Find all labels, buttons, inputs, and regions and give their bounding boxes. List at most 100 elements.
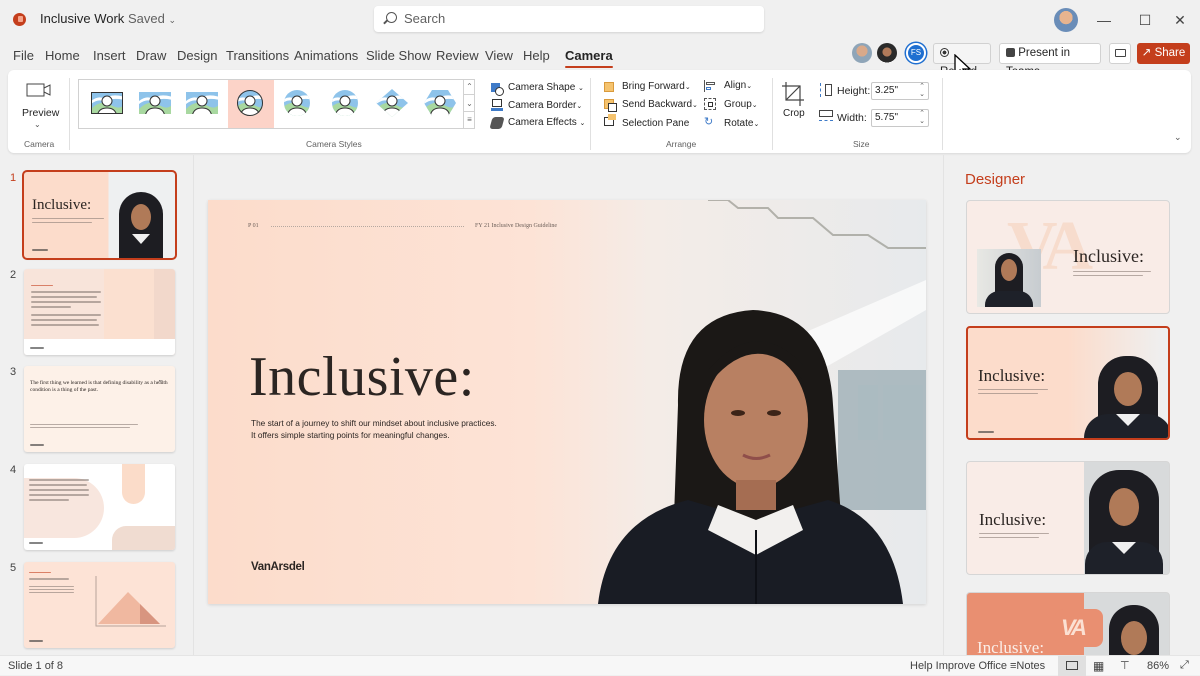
tab-animations[interactable]: Animations	[294, 48, 358, 63]
tab-insert[interactable]: Insert	[93, 48, 126, 63]
designer-option-4[interactable]: VA Inclusive:	[966, 592, 1170, 662]
notes-label: Notes	[1016, 660, 1046, 672]
tab-slide-show[interactable]: Slide Show	[366, 48, 431, 63]
designer-option-2[interactable]: Inclusive:	[966, 326, 1170, 440]
spin-arrows-icon[interactable]: ⌃ ⌄	[919, 110, 925, 126]
quote-mark-icon: ”	[159, 379, 162, 388]
normal-view-icon	[1066, 661, 1078, 670]
rotate-icon: ↻	[704, 116, 714, 128]
camera-cameo-person[interactable]	[578, 295, 908, 604]
thumb-shape	[24, 478, 104, 538]
document-title[interactable]: Inclusive Work	[40, 11, 124, 26]
tab-home[interactable]: Home	[45, 48, 80, 63]
group-label-size: Size	[853, 139, 870, 149]
group-button[interactable]: Group⌄	[724, 99, 758, 110]
camera-style-2[interactable]	[133, 80, 179, 128]
thumb-text-line	[29, 578, 69, 580]
thumb-text-line	[29, 592, 74, 593]
align-label: Align	[724, 80, 747, 91]
camera-style-icon	[331, 90, 358, 116]
share-button[interactable]: ↗ Share	[1137, 43, 1190, 64]
designer-option-1[interactable]: VA Inclusive:	[966, 200, 1170, 314]
notes-button[interactable]: ≡Notes	[1010, 660, 1045, 672]
slide-thumbnail-1[interactable]: Inclusive:	[22, 170, 177, 260]
reading-view-icon[interactable]: ⊤	[1120, 659, 1130, 672]
thumb-shape	[122, 464, 145, 504]
camera-border-button[interactable]: Camera Border⌄	[508, 100, 582, 111]
width-input[interactable]: 5.75" ⌃ ⌄	[871, 109, 929, 127]
fit-to-window-icon[interactable]: ⤢	[1180, 659, 1189, 672]
tab-view[interactable]: View	[485, 48, 513, 63]
camera-preview-icon	[26, 83, 51, 97]
spin-arrows-icon[interactable]: ⌃ ⌄	[919, 83, 925, 99]
zoom-level[interactable]: 86%	[1147, 660, 1169, 672]
slide-thumbnail-2[interactable]	[24, 269, 175, 355]
camera-style-8[interactable]	[418, 80, 464, 128]
bring-forward-button[interactable]: Bring Forward⌄	[622, 81, 691, 92]
slide-thumbnail-4[interactable]	[24, 464, 175, 550]
thumb-text-line	[31, 314, 101, 316]
camera-style-7[interactable]	[370, 80, 416, 128]
maximize-button[interactable]: ☐	[1135, 10, 1155, 30]
tab-help[interactable]: Help	[523, 48, 550, 63]
close-button[interactable]: ✕	[1170, 10, 1190, 30]
designer-option-3[interactable]: Inclusive:	[966, 461, 1170, 575]
slide-thumbnail-5[interactable]	[24, 562, 175, 648]
tab-review[interactable]: Review	[436, 48, 479, 63]
camera-style-6[interactable]	[323, 80, 369, 128]
search-icon	[386, 12, 397, 23]
present-in-teams-button[interactable]: Present in Teams	[999, 43, 1101, 78]
camera-effects-button[interactable]: Camera Effects ⌄	[508, 117, 585, 128]
designer-photo	[1085, 470, 1163, 574]
slide-body[interactable]: The start of a journey to shift our mind…	[251, 417, 497, 441]
tab-camera[interactable]: Camera	[565, 48, 613, 68]
preview-button[interactable]: Preview	[22, 107, 59, 119]
search-input[interactable]: Search	[374, 6, 764, 32]
gallery-up-icon[interactable]: ⌃	[464, 79, 475, 95]
slide-title[interactable]: Inclusive:	[249, 345, 475, 409]
height-input[interactable]: 3.25" ⌃ ⌄	[871, 82, 929, 100]
slide-canvas[interactable]: P 01 FY 21 Inclusive Design Guideline In…	[208, 200, 926, 604]
help-improve-office-link[interactable]: Help Improve Office	[910, 660, 1007, 672]
selection-pane-button[interactable]: Selection Pane	[622, 118, 689, 129]
crop-button[interactable]: Crop	[783, 108, 805, 119]
thumb-text-line	[32, 218, 104, 219]
thumb-quote: The first thing we learned is that defin…	[30, 380, 168, 393]
comments-button[interactable]	[1109, 43, 1131, 64]
collaborator-avatar[interactable]	[877, 43, 897, 63]
tab-file[interactable]: File	[13, 48, 34, 63]
camera-shape-button[interactable]: Camera Shape ⌄	[508, 82, 584, 93]
slide-number: 5	[10, 562, 17, 574]
collaborator-avatar[interactable]	[852, 43, 872, 63]
gallery-more-icon[interactable]: ≡	[464, 112, 475, 127]
tab-design[interactable]: Design	[177, 48, 217, 63]
collapse-ribbon-icon[interactable]: ⌄	[1174, 132, 1182, 143]
camera-style-icon	[284, 90, 310, 116]
divider	[942, 78, 943, 150]
minimize-button[interactable]: —	[1094, 10, 1114, 30]
rotate-button[interactable]: Rotate⌄	[724, 118, 759, 129]
crop-icon	[782, 82, 804, 106]
group-icon	[704, 98, 716, 110]
thumb-text-line	[978, 389, 1048, 390]
share-label: Share	[1154, 47, 1186, 59]
collaborator-avatar-fs[interactable]: FS	[906, 43, 926, 63]
user-avatar[interactable]	[1054, 8, 1078, 32]
gallery-scroll[interactable]: ⌃ ⌄ ≡	[463, 79, 475, 129]
normal-view-button[interactable]	[1058, 656, 1086, 676]
camera-style-1[interactable]	[85, 80, 131, 128]
tab-draw[interactable]: Draw	[136, 48, 166, 63]
save-status[interactable]: Saved ⌄	[128, 11, 176, 26]
slide-sorter-icon[interactable]: ▦	[1093, 659, 1104, 673]
slide-page-label: P 01	[248, 223, 259, 229]
camera-style-5[interactable]	[275, 80, 321, 128]
align-button[interactable]: Align⌄	[724, 80, 752, 91]
camera-style-3[interactable]	[180, 80, 226, 128]
slide-thumbnail-3[interactable]: The first thing we learned is that defin…	[24, 366, 175, 452]
camera-style-4[interactable]	[227, 80, 274, 128]
send-backward-button[interactable]: Send Backward⌄	[622, 99, 698, 110]
gallery-down-icon[interactable]: ⌄	[464, 95, 475, 112]
thumb-text-line	[1073, 271, 1151, 272]
chevron-down-icon[interactable]: ⌄	[34, 120, 41, 129]
tab-transitions[interactable]: Transitions	[226, 48, 289, 63]
